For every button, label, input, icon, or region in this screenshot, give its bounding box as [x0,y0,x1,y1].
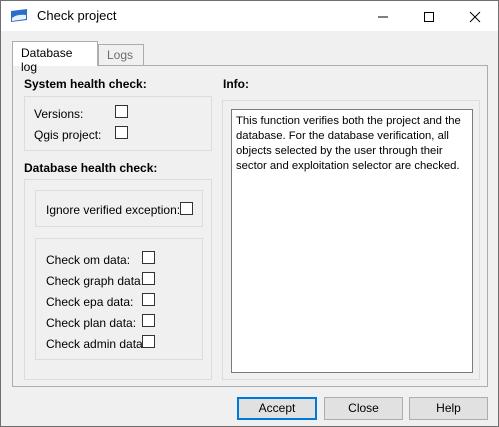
database-health-title: Database health check: [24,161,158,175]
database-log-pane: System health check: Versions: Qgis proj… [12,65,488,387]
tab-database-log[interactable]: Database log [12,41,98,74]
info-group: This function verifies both the project … [222,100,480,380]
system-health-title: System health check: [24,77,147,91]
check-plan-label: Check plan data: [46,316,137,330]
versions-label: Versions: [34,107,84,121]
ignore-exception-group: Ignore verified exception: [35,190,203,227]
tab-logs[interactable]: Logs [98,44,144,65]
check-admin-checkbox[interactable] [142,335,155,348]
info-title: Info: [223,77,249,91]
system-health-group: Versions: Qgis project: [24,96,212,151]
help-button[interactable]: Help [409,397,488,420]
qgis-project-checkbox[interactable] [115,126,128,139]
close-button[interactable]: Close [324,397,403,420]
database-health-group: Ignore verified exception: Check om data… [24,179,212,380]
minimize-icon [378,16,388,18]
info-text-area[interactable]: This function verifies both the project … [231,109,473,373]
maximize-icon [424,12,434,22]
accept-button[interactable]: Accept [237,397,317,420]
check-graph-label: Check graph data: [46,274,145,288]
versions-checkbox[interactable] [115,105,128,118]
check-epa-label: Check epa data: [46,295,134,309]
check-om-checkbox[interactable] [142,251,155,264]
check-project-window: Check project Database log Logs System h… [0,0,499,427]
close-window-button[interactable] [452,1,498,31]
maximize-button[interactable] [406,1,452,31]
minimize-button[interactable] [360,1,406,31]
qgis-project-label: Qgis project: [34,128,102,142]
check-plan-checkbox[interactable] [142,314,155,327]
ignore-exception-checkbox[interactable] [180,202,193,215]
qgis-window-icon [11,9,27,22]
check-data-group: Check om data: Check graph data: Check e… [35,238,203,360]
check-epa-checkbox[interactable] [142,293,155,306]
check-om-label: Check om data: [46,253,131,267]
title-bar[interactable]: Check project [1,1,498,31]
check-graph-checkbox[interactable] [142,272,155,285]
ignore-exception-label: Ignore verified exception: [46,203,181,217]
tab-label: Logs [107,48,134,62]
window-title: Check project [37,8,117,23]
check-admin-label: Check admin data: [46,337,147,351]
close-icon [469,11,481,23]
